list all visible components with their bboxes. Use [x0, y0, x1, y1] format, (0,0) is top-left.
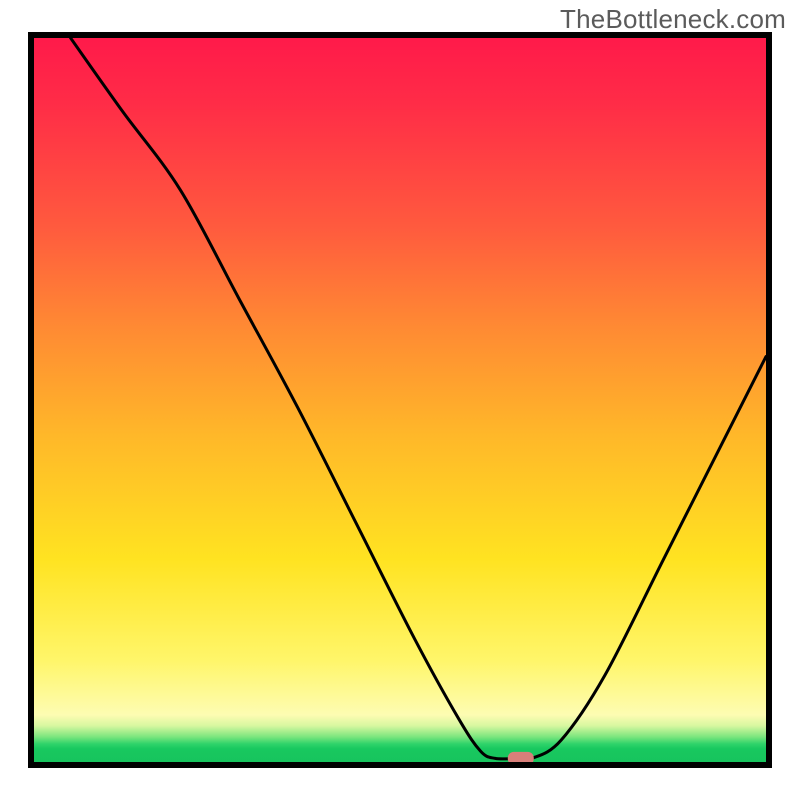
plot-area	[34, 38, 766, 762]
bottleneck-curve	[71, 38, 766, 760]
axis-border-right	[766, 32, 772, 768]
watermark-text: TheBottleneck.com	[560, 4, 786, 35]
curve-layer	[34, 38, 766, 762]
optimal-marker	[508, 752, 534, 762]
axis-border-bottom	[28, 762, 772, 768]
chart-frame: TheBottleneck.com	[0, 0, 800, 800]
